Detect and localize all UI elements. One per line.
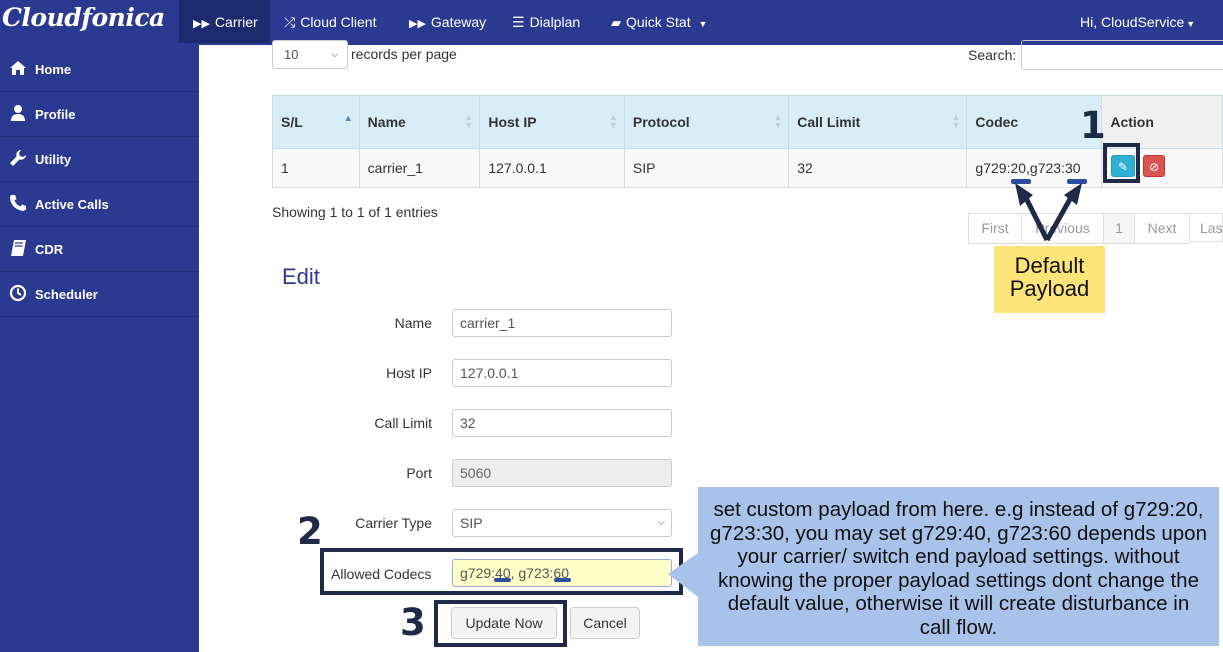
wrench-icon: [10, 150, 26, 166]
cell-call-limit: 32: [788, 148, 968, 188]
edit-button[interactable]: ✎: [1111, 155, 1135, 177]
cell-sl: 1: [272, 148, 360, 188]
codec-underline: [1011, 179, 1031, 184]
list-icon: ☰: [512, 14, 525, 30]
book-icon: [11, 240, 26, 256]
user-menu[interactable]: Hi, CloudService ▼: [1080, 0, 1223, 43]
column-header-action: Action: [1101, 95, 1223, 149]
carrier-type-value: SIP: [460, 515, 483, 531]
codec-underline: [554, 578, 571, 582]
sidebar-item-label: CDR: [35, 242, 64, 257]
edit-title: Edit: [282, 264, 320, 289]
port-label: Port: [406, 465, 432, 481]
sidebar-item-active-calls[interactable]: Active Calls: [0, 182, 199, 227]
double-chevron-right-icon: ▶▶: [193, 18, 210, 30]
double-chevron-right-icon: ▶▶: [409, 18, 426, 30]
cell-host-ip: 127.0.0.1: [479, 148, 625, 188]
sort-asc-icon: ▲: [343, 113, 353, 123]
pagination-current[interactable]: 1: [1103, 213, 1135, 244]
codec-underline: [494, 578, 511, 582]
chevron-down-icon: ⌵: [331, 49, 339, 60]
user-greeting: Hi, CloudService: [1080, 14, 1185, 30]
table-info: Showing 1 to 1 of 1 entries: [272, 204, 438, 220]
carrier-type-select[interactable]: SIP ⌵: [452, 509, 672, 537]
pagination-next[interactable]: Next: [1134, 213, 1190, 244]
page-size-value: 10: [284, 47, 299, 62]
payload-callout: set custom payload from here. e.g instea…: [698, 487, 1219, 646]
ban-icon: ⊘: [1148, 160, 1160, 174]
column-header-protocol[interactable]: Protocol ▲ ▼: [623, 95, 790, 149]
sort-icon: ▲ ▼: [464, 112, 474, 130]
search-label: Search:: [968, 47, 1017, 63]
nav-label: Dialplan: [529, 14, 581, 30]
arrows-annotation: [1011, 179, 1087, 242]
chevron-down-icon: ⌵: [657, 517, 665, 528]
name-label: Name: [394, 315, 432, 331]
call-limit-input[interactable]: 32: [452, 409, 672, 437]
sidebar-item-scheduler[interactable]: Scheduler: [0, 272, 199, 317]
sidebar-item-label: Scheduler: [35, 287, 98, 302]
brand-logo[interactable]: Cloudfonica: [2, 3, 165, 32]
marker-3: 3: [400, 601, 426, 644]
delete-button[interactable]: ⊘: [1143, 155, 1165, 177]
sidebar-item-label: Utility: [35, 152, 72, 167]
pencil-icon: ✎: [1117, 160, 1129, 174]
clock-icon: [9, 284, 27, 302]
marker-1: 1: [1080, 104, 1106, 147]
codec-underline: [1067, 179, 1087, 184]
sort-icon: ▲ ▼: [608, 112, 618, 130]
sidebar-item-label: Active Calls: [35, 197, 109, 212]
home-icon: [10, 61, 26, 75]
nav-carrier[interactable]: ▶▶ Carrier: [179, 0, 270, 43]
update-now-button[interactable]: Update Now: [451, 607, 557, 639]
sort-icon: ▲ ▼: [951, 112, 961, 130]
allowed-codecs-label: Allowed Codecs: [331, 566, 432, 582]
sidebar-item-utility[interactable]: Utility: [0, 137, 199, 182]
pagination-last[interactable]: Last: [1189, 213, 1223, 242]
page-size-select[interactable]: 10 ⌵: [272, 40, 348, 69]
caret-down-icon: ▼: [1186, 19, 1196, 29]
column-header-name[interactable]: Name ▲ ▼: [358, 95, 481, 149]
sidebar-item-home[interactable]: Home: [0, 47, 199, 92]
call-limit-label: Call Limit: [374, 415, 432, 431]
book-icon: ▰: [611, 15, 621, 30]
sidebar-item-profile[interactable]: Profile: [0, 92, 199, 137]
sidebar-item-label: Profile: [35, 107, 76, 122]
allowed-codecs-input[interactable]: g729:40, g723:60: [452, 559, 672, 587]
marker-2: 2: [297, 510, 323, 553]
cancel-button[interactable]: Cancel: [570, 607, 640, 639]
column-header-call-limit[interactable]: Call Limit ▲ ▼: [788, 95, 968, 149]
sidebar-item-cdr[interactable]: CDR: [0, 227, 199, 272]
user-icon: [11, 105, 25, 121]
nav-quick-stat[interactable]: ▰ Quick Stat ▼: [600, 0, 720, 43]
phone-icon: [10, 195, 26, 211]
nav-gateway[interactable]: ▶▶ Gateway: [396, 0, 496, 43]
sort-icon: ▲ ▼: [773, 112, 783, 130]
nav-dialplan[interactable]: ☰ Dialplan: [500, 0, 595, 43]
shuffle-icon: ⤮: [284, 14, 296, 30]
caret-down-icon: ▼: [698, 19, 708, 29]
column-header-sl[interactable]: S/L ▲: [272, 95, 360, 149]
name-input[interactable]: carrier_1: [452, 309, 672, 337]
port-input[interactable]: 5060: [452, 459, 672, 487]
cell-protocol: SIP: [623, 148, 790, 188]
nav-label: Cloud Client: [300, 14, 377, 30]
sidebar: Home Profile Utility Active Calls CDR Sc…: [0, 45, 199, 652]
column-header-host-ip[interactable]: Host IP ▲ ▼: [479, 95, 625, 149]
nav-label: Carrier: [214, 14, 258, 30]
nav-cloud-client[interactable]: ⤮ Cloud Client: [272, 0, 394, 43]
host-ip-input[interactable]: 127.0.0.1: [452, 359, 672, 387]
sidebar-item-label: Home: [35, 62, 72, 77]
default-payload-note: Default Payload: [994, 246, 1105, 313]
cell-name: carrier_1: [358, 148, 481, 188]
top-navbar: Cloudfonica ▶▶ Carrier ⤮ Cloud Client ▶▶ Ga…: [0, 0, 1223, 45]
host-ip-label: Host IP: [386, 365, 432, 381]
records-per-page-label: records per page: [351, 46, 457, 62]
note-line: Default: [1014, 253, 1085, 278]
nav-label: Gateway: [430, 14, 487, 30]
search-input[interactable]: [1021, 40, 1223, 70]
note-line: Payload: [1009, 276, 1090, 301]
nav-label: Quick Stat: [626, 14, 691, 30]
